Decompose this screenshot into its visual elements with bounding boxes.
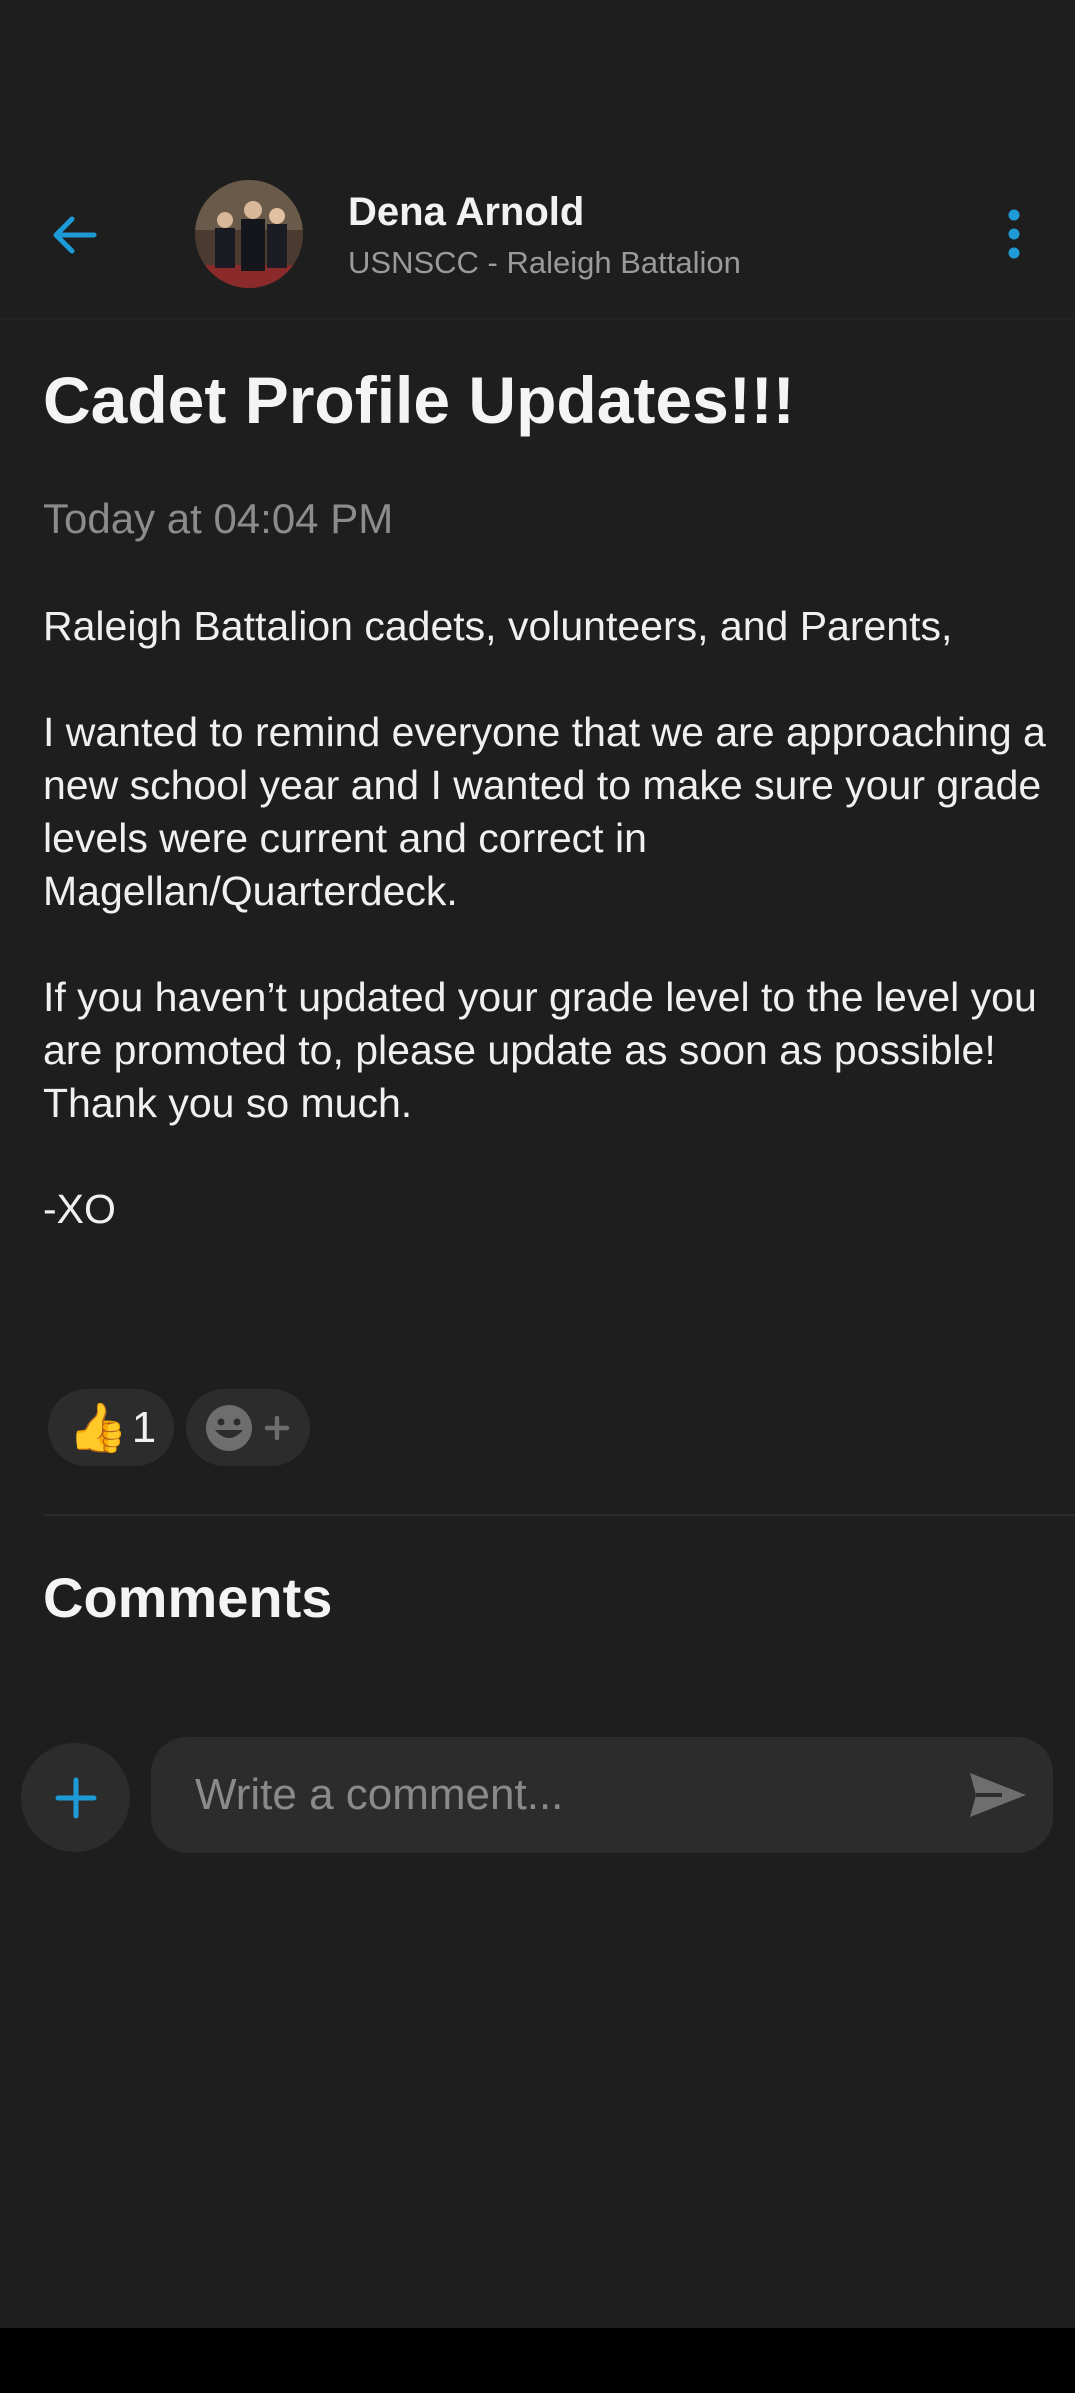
status-bar-area bbox=[0, 0, 1075, 150]
send-icon bbox=[970, 1773, 1026, 1817]
post-signature: -XO bbox=[43, 1186, 116, 1232]
divider bbox=[43, 1514, 1075, 1516]
reaction-count: 1 bbox=[131, 1402, 157, 1452]
post-timestamp: Today at 04:04 PM bbox=[43, 495, 394, 542]
avatar-photo bbox=[195, 180, 303, 288]
add-attachment-button[interactable] bbox=[21, 1743, 130, 1852]
post-title: Cadet Profile Updates!!! bbox=[43, 363, 795, 437]
reaction-thumbs-up[interactable]: 👍 1 bbox=[48, 1389, 175, 1466]
more-vertical-icon bbox=[1008, 209, 1020, 259]
author-organization: USNSCC - Raleigh Battalion bbox=[348, 245, 741, 280]
post-thanks: Thank you so much. bbox=[43, 1080, 413, 1126]
post-paragraph: I wanted to remind everyone that we are … bbox=[43, 709, 1046, 914]
avatar[interactable] bbox=[195, 180, 303, 288]
smiley-add-icon bbox=[206, 1404, 290, 1451]
send-button[interactable] bbox=[967, 1765, 1029, 1825]
post-paragraph: If you haven’t updated your grade level … bbox=[43, 974, 1037, 1073]
add-reaction-button[interactable] bbox=[186, 1389, 311, 1466]
author-name[interactable]: Dena Arnold bbox=[348, 190, 584, 235]
post-greeting: Raleigh Battalion cadets, volunteers, an… bbox=[43, 603, 953, 649]
post-header: Dena Arnold USNSCC - Raleigh Battalion bbox=[0, 150, 1075, 320]
thumbs-up-icon: 👍 bbox=[68, 1402, 128, 1455]
reactions-bar: 👍 1 bbox=[48, 1389, 311, 1466]
system-navigation-bar bbox=[0, 2328, 1075, 2393]
back-button[interactable] bbox=[44, 205, 104, 265]
comment-input[interactable] bbox=[195, 1737, 955, 1853]
comments-heading: Comments bbox=[43, 1566, 333, 1629]
arrow-left-icon bbox=[53, 216, 97, 254]
post-body: Raleigh Battalion cadets, volunteers, an… bbox=[43, 600, 1053, 1236]
comment-composer bbox=[151, 1737, 1053, 1853]
more-options-button[interactable] bbox=[994, 204, 1034, 264]
plus-icon bbox=[55, 1777, 96, 1818]
